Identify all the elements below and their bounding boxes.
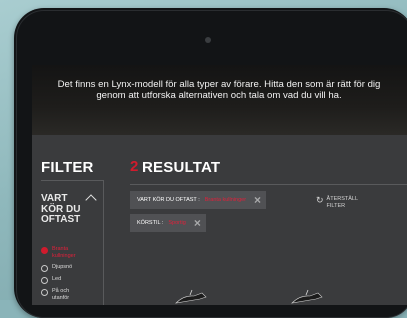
chip-label: VART KÖR DU OFTAST :	[137, 197, 200, 203]
filter-option-label: På och utanför	[52, 288, 70, 301]
filter-divider	[41, 180, 103, 181]
chevron-up-icon[interactable]	[85, 194, 97, 206]
snowmobile-image[interactable]	[172, 289, 212, 305]
reset-icon: ↻	[316, 195, 324, 205]
filter-column-divider	[103, 180, 104, 305]
filter-option-djupsno[interactable]: Djupsnö	[41, 264, 78, 272]
radio-selected[interactable]	[41, 247, 48, 254]
results-count: 2	[130, 158, 139, 175]
snowmobile-image[interactable]	[288, 289, 328, 305]
hero-banner: Det finns en Lynx-modell för alla typer …	[32, 65, 407, 135]
results-divider	[130, 184, 407, 185]
chip-label: KÖRSTIL :	[137, 220, 164, 226]
close-icon[interactable]: ×	[254, 194, 261, 206]
filter-option-label: Led	[52, 276, 62, 282]
filter-title: FILTER	[41, 159, 94, 176]
radio-unselected[interactable]	[41, 289, 48, 296]
active-filter-chip[interactable]: VART KÖR DU OFTAST : Branta kullninger ×	[130, 191, 267, 209]
filter-group-title[interactable]: VART KÖR DU OFTAST	[41, 193, 81, 226]
filter-option-pa-och-utanfor[interactable]: På och utanför	[41, 288, 78, 301]
chip-value: Sportig	[168, 220, 186, 226]
camera-icon	[205, 37, 211, 43]
reset-filter-label: ÅTERSTÄLL FILTER	[326, 196, 358, 209]
filter-option-label: Branta kullninger	[52, 246, 76, 259]
filter-option-label: Djupsnö	[52, 264, 73, 270]
chip-value: Branta kullninger	[204, 197, 247, 203]
radio-unselected[interactable]	[41, 265, 48, 272]
results-title: RESULTAT	[142, 159, 221, 176]
reset-filter-button[interactable]: ↻ ÅTERSTÄLL FILTER	[316, 196, 361, 209]
filter-option-branta[interactable]: Branta kullninger	[41, 246, 78, 259]
hero-text: Det finns en Lynx-modell för alla typer …	[57, 79, 381, 101]
tablet-screen: Det finns en Lynx-modell för alla typer …	[32, 65, 407, 305]
close-icon[interactable]: ×	[194, 217, 201, 229]
radio-unselected[interactable]	[41, 277, 48, 284]
filter-option-led[interactable]: Led	[41, 276, 78, 284]
active-filter-chip[interactable]: KÖRSTIL : Sportig ×	[130, 214, 206, 232]
